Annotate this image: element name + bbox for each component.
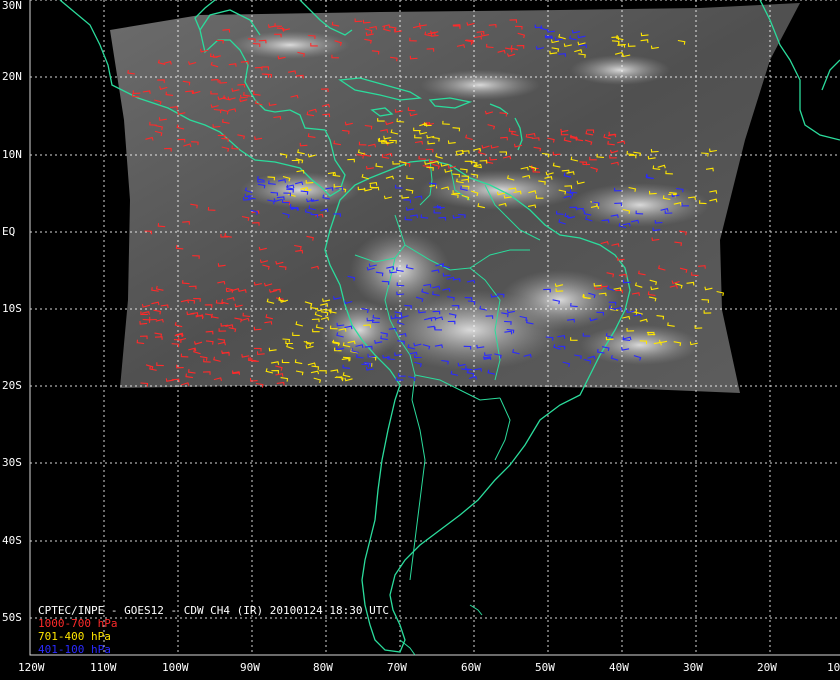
lon-label-10: 10 [827, 661, 840, 674]
lat-label-30n: 30N [2, 0, 22, 12]
lon-label-80w: 80W [313, 661, 333, 674]
lon-label-60w: 60W [461, 661, 481, 674]
lat-label-20n: 20N [2, 70, 22, 83]
lon-label-90w: 90W [240, 661, 260, 674]
lon-label-70w: 70W [387, 661, 407, 674]
lat-label-eq: EQ [2, 225, 16, 238]
lon-label-110w: 110W [90, 661, 117, 674]
legend-low-level: 1000-700 hPa [38, 617, 118, 630]
legend-mid-level: 701-400 hPa [38, 630, 111, 643]
lat-label-20s: 20S [2, 379, 22, 392]
lat-label-10s: 10S [2, 302, 22, 315]
lat-label-30s: 30S [2, 456, 22, 469]
map-caption: CPTEC/INPE - GOES12 - CDW CH4 (IR) 20100… [38, 604, 389, 656]
map-title: CPTEC/INPE - GOES12 - CDW CH4 (IR) 20100… [38, 604, 389, 617]
satellite-wind-map [0, 0, 840, 680]
lon-label-50w: 50W [535, 661, 555, 674]
lon-label-30w: 30W [683, 661, 703, 674]
lon-label-120w: 120W [18, 661, 45, 674]
lat-label-40s: 40S [2, 534, 22, 547]
legend-high-level: 401-100 hPa [38, 643, 111, 656]
lon-label-100w: 100W [162, 661, 189, 674]
lat-label-10n: 10N [2, 148, 22, 161]
lat-label-50s: 50S [2, 611, 22, 624]
lon-label-20w: 20W [757, 661, 777, 674]
lon-label-40w: 40W [609, 661, 629, 674]
